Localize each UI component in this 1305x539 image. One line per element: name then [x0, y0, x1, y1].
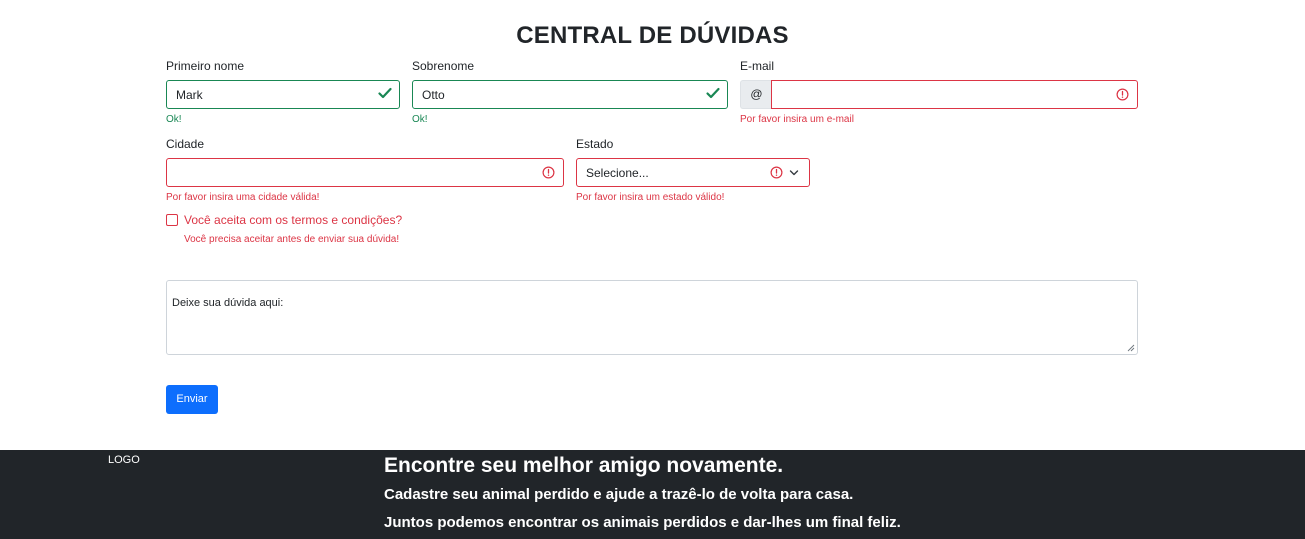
chevron-down-icon: [789, 170, 799, 176]
state-selected-value: Selecione...: [586, 166, 649, 180]
footer-heading: Encontre seu melhor amigo novamente.: [384, 454, 784, 477]
terms-label[interactable]: Você aceita com os termos e condições?: [184, 213, 402, 227]
state-label: Estado: [576, 137, 614, 151]
footer-logo: LOGO: [108, 454, 140, 466]
check-icon: [378, 87, 392, 99]
email-prefix: @: [740, 80, 772, 109]
last-name-value: Otto: [422, 88, 445, 102]
exclamation-circle-icon: [770, 166, 783, 179]
resize-grip-icon[interactable]: [1127, 344, 1135, 352]
page-title: CENTRAL DE DÚVIDAS: [516, 22, 789, 49]
submit-button[interactable]: Enviar: [166, 385, 218, 414]
last-name-feedback: Ok!: [412, 114, 428, 125]
last-name-label: Sobrenome: [412, 59, 475, 73]
state-select[interactable]: Selecione...: [576, 158, 810, 187]
question-textarea[interactable]: Deixe sua dúvida aqui:: [166, 280, 1138, 355]
email-input[interactable]: [771, 80, 1138, 109]
city-label: Cidade: [166, 137, 205, 151]
city-input[interactable]: [166, 158, 564, 187]
state-feedback: Por favor insira um estado válido!: [576, 192, 725, 203]
last-name-input[interactable]: Otto: [412, 80, 728, 109]
first-name-feedback: Ok!: [166, 114, 182, 125]
city-feedback: Por favor insira uma cidade válida!: [166, 192, 320, 203]
email-feedback: Por favor insira um e-mail: [740, 114, 854, 125]
exclamation-circle-icon: [1116, 88, 1129, 101]
footer-line-1: Cadastre seu animal perdido e ajude a tr…: [384, 486, 854, 503]
email-label: E-mail: [740, 59, 775, 73]
exclamation-circle-icon: [542, 166, 555, 179]
footer: LOGO Encontre seu melhor amigo novamente…: [0, 450, 1305, 539]
first-name-value: Mark: [176, 88, 203, 102]
question-placeholder: Deixe sua dúvida aqui:: [172, 297, 284, 309]
terms-feedback: Você precisa aceitar antes de enviar sua…: [184, 234, 400, 245]
first-name-label: Primeiro nome: [166, 59, 245, 73]
first-name-input[interactable]: Mark: [166, 80, 400, 109]
terms-checkbox[interactable]: [166, 214, 178, 226]
check-icon: [706, 87, 720, 99]
footer-line-2: Juntos podemos encontrar os animais perd…: [384, 514, 901, 531]
